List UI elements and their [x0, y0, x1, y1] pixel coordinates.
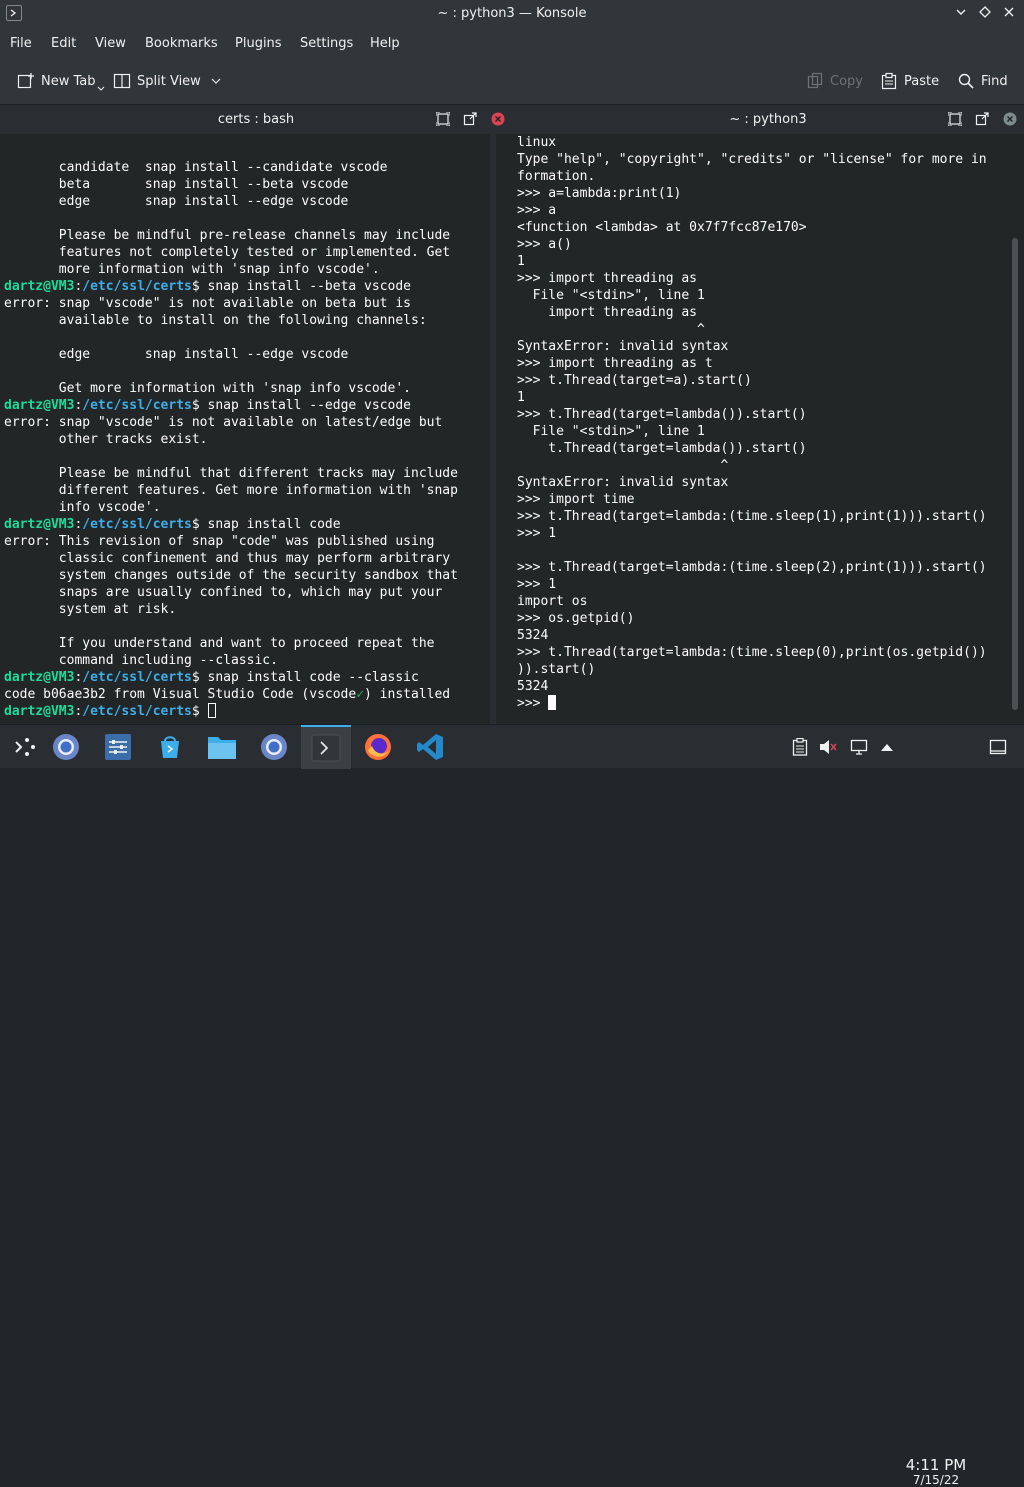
clock-time[interactable]: 4:11 PM [900, 1456, 972, 1474]
prompt-user: dartz@VM3 [4, 670, 75, 685]
search-icon [958, 73, 974, 89]
taskbar-chromium-2[interactable] [249, 725, 299, 769]
prompt-path: /etc/ssl/certs [82, 517, 192, 532]
konsole-icon [311, 734, 341, 762]
menu-file[interactable]: File [10, 36, 32, 51]
prompt-path: /etc/ssl/certs [82, 279, 192, 294]
find-label: Find [981, 73, 1008, 89]
prompt-user: dartz@VM3 [4, 517, 75, 532]
launcher-icon [15, 738, 35, 756]
maximize-icon[interactable] [976, 6, 994, 24]
folder-icon [208, 737, 236, 759]
right-pane-header: ~ : python3 [512, 104, 1024, 134]
split-view-label: Split View [137, 73, 201, 89]
chevron-down-icon [97, 86, 104, 91]
firefox-icon [365, 734, 391, 760]
close-icon[interactable] [1000, 6, 1018, 24]
toolbar: New Tab Split View Copy Paste Find [0, 58, 1024, 104]
menu-help[interactable]: Help [370, 36, 400, 51]
maximize-pane-icon[interactable] [948, 112, 962, 126]
window-titlebar: ~ : python3 — Konsole [0, 0, 1024, 30]
prompt-user: dartz@VM3 [4, 398, 75, 413]
menu-bookmarks[interactable]: Bookmarks [145, 36, 218, 51]
window-title: ~ : python3 — Konsole [437, 6, 587, 21]
taskbar-settings[interactable] [93, 725, 143, 769]
network-icon[interactable] [849, 737, 869, 757]
detach-pane-icon[interactable] [463, 112, 477, 126]
close-pane-icon[interactable] [1003, 112, 1017, 126]
taskbar-konsole[interactable] [301, 725, 351, 769]
terminal-cursor [548, 695, 557, 710]
minimize-icon[interactable] [952, 6, 970, 24]
taskbar-vscode[interactable] [405, 725, 455, 769]
split-view-button[interactable]: Split View [113, 70, 227, 92]
prompt-user: dartz@VM3 [4, 704, 75, 719]
prompt-user: dartz@VM3 [4, 279, 75, 294]
paste-button[interactable]: Paste [880, 70, 939, 92]
taskbar-chromium[interactable] [41, 725, 91, 769]
menu-view[interactable]: View [95, 36, 126, 51]
discover-icon [161, 736, 179, 758]
new-tab-icon [17, 73, 34, 89]
prompt-path: /etc/ssl/certs [82, 704, 192, 719]
check-icon: ✓ [356, 687, 365, 702]
bash-terminal[interactable]: candidate snap install --candidate vscod… [0, 134, 490, 724]
new-tab-label: New Tab [41, 73, 96, 89]
paste-label: Paste [904, 73, 940, 89]
prompt-path: /etc/ssl/certs [82, 398, 192, 413]
chromium-icon [53, 734, 79, 760]
show-desktop-icon[interactable] [988, 737, 1008, 757]
menu-settings[interactable]: Settings [300, 36, 353, 51]
clipboard-icon[interactable] [790, 737, 810, 757]
close-pane-icon[interactable] [491, 112, 505, 126]
chevron-down-icon [211, 78, 221, 84]
copy-button[interactable]: Copy [806, 70, 863, 92]
copy-label: Copy [830, 73, 863, 89]
split-view-icon [113, 73, 131, 89]
volume-muted-icon[interactable] [818, 737, 838, 757]
find-button[interactable]: Find [957, 70, 1008, 92]
taskbar-files[interactable] [197, 725, 247, 769]
python-output: linux Type "help", "copyright", "credits… [517, 135, 987, 711]
new-tab-button[interactable]: New Tab [17, 70, 111, 92]
menu-plugins[interactable]: Plugins [235, 36, 282, 51]
menu-edit[interactable]: Edit [51, 36, 76, 51]
settings-icon [105, 734, 131, 760]
paste-icon [881, 72, 897, 90]
python-terminal[interactable]: linux Type "help", "copyright", "credits… [496, 134, 1024, 724]
copy-icon [807, 72, 823, 89]
terminal-cursor [207, 703, 216, 718]
menu-bar: File Edit View Bookmarks Plugins Setting… [0, 30, 1024, 58]
bash-output: candidate snap install --candidate vscod… [4, 160, 458, 719]
chromium-icon [261, 734, 287, 760]
detach-pane-icon[interactable] [975, 112, 989, 126]
taskbar-firefox[interactable] [353, 725, 403, 769]
python-scrollbar[interactable] [1012, 238, 1018, 710]
left-pane-header: certs : bash [0, 104, 512, 134]
taskbar-discover[interactable] [145, 725, 195, 769]
maximize-pane-icon[interactable] [436, 112, 450, 126]
vscode-icon [417, 734, 443, 760]
tray-expand-icon[interactable] [877, 737, 897, 757]
taskbar: 4:11 PM 7/15/22 [0, 724, 1024, 1487]
clock-date[interactable]: 7/15/22 [900, 1473, 972, 1487]
prompt-path: /etc/ssl/certs [82, 670, 192, 685]
